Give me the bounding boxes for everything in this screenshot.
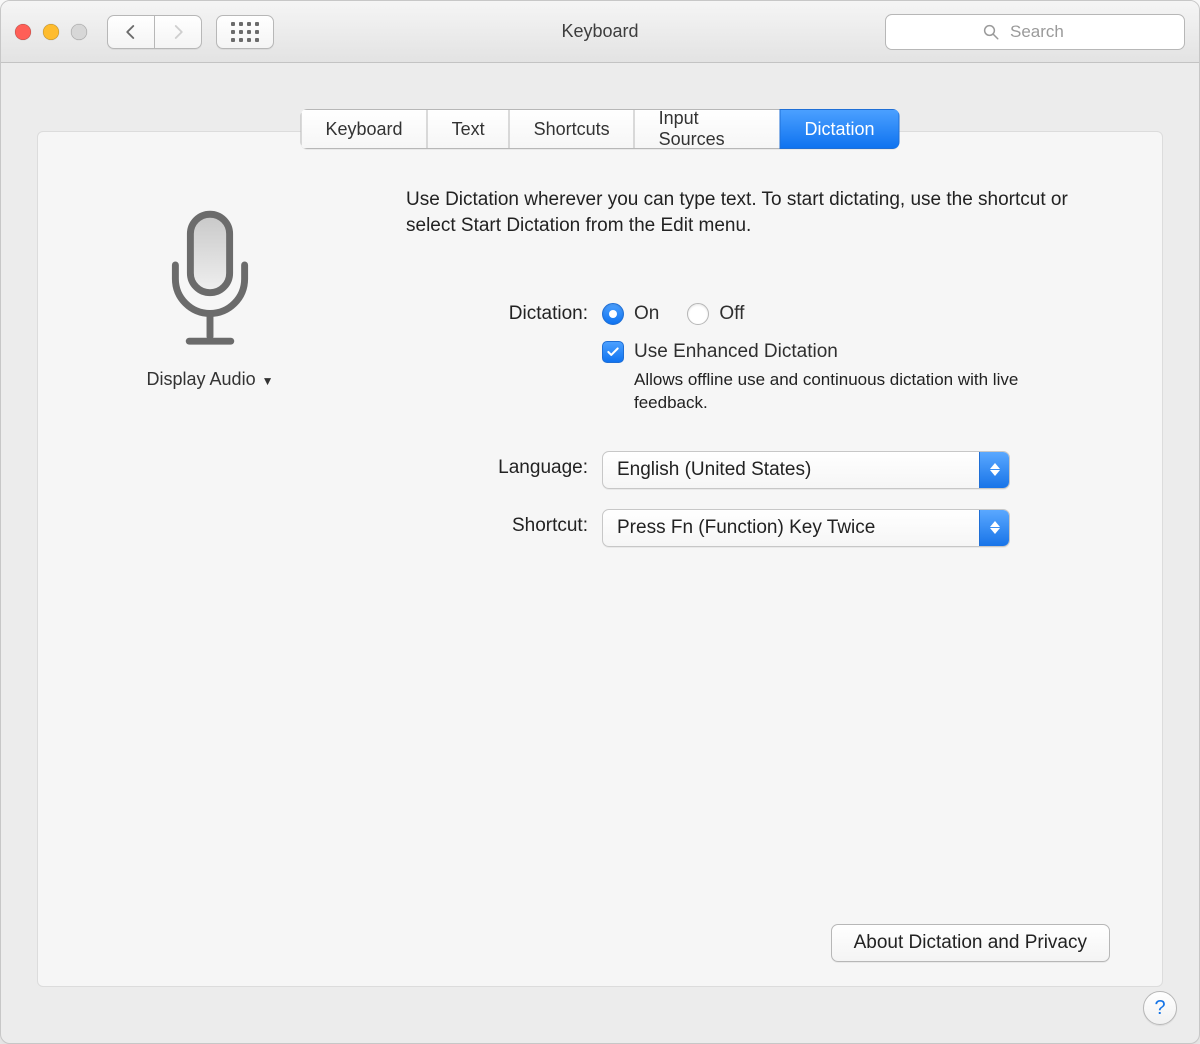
content-panel: Display Audio ▼ Use Dictation wherever y… <box>37 131 1163 987</box>
back-button[interactable] <box>107 15 155 49</box>
chevron-right-icon <box>169 23 187 41</box>
language-select[interactable]: English (United States) <box>602 451 1010 489</box>
help-button[interactable]: ? <box>1143 991 1177 1025</box>
language-value: English (United States) <box>617 459 811 481</box>
dictation-off-label: Off <box>719 303 744 325</box>
row-dictation: Dictation: On Off Use Enhanced <box>90 297 1086 415</box>
dictation-form: Dictation: On Off Use Enhanced <box>90 297 1086 551</box>
checkmark-icon <box>606 345 620 359</box>
dictation-label: Dictation: <box>90 297 602 331</box>
shortcut-select[interactable]: Press Fn (Function) Key Twice <box>602 509 1010 547</box>
tab-dictation[interactable]: Dictation <box>779 109 899 149</box>
dictation-on-label: On <box>634 303 659 325</box>
help-icon: ? <box>1154 997 1165 1020</box>
tab-input-sources[interactable]: Input Sources <box>634 109 780 149</box>
updown-stepper-icon <box>979 452 1009 488</box>
shortcut-value: Press Fn (Function) Key Twice <box>617 517 875 539</box>
show-all-button[interactable] <box>216 15 274 49</box>
titlebar: Keyboard <box>1 1 1199 63</box>
search-icon <box>982 23 1000 41</box>
enhanced-dictation-description: Allows offline use and continuous dictat… <box>634 369 1074 415</box>
tab-text[interactable]: Text <box>427 109 509 149</box>
zoom-window-button[interactable] <box>71 24 87 40</box>
row-shortcut: Shortcut: Press Fn (Function) Key Twice <box>90 509 1086 551</box>
preferences-window: Keyboard Keyboard Text Shortcuts Input S… <box>0 0 1200 1044</box>
dictation-pane: Display Audio ▼ Use Dictation wherever y… <box>90 187 1110 962</box>
about-button-label: About Dictation and Privacy <box>854 932 1087 954</box>
dictation-off-radio[interactable] <box>687 303 709 325</box>
minimize-window-button[interactable] <box>43 24 59 40</box>
language-label: Language: <box>90 451 602 485</box>
row-language: Language: English (United States) <box>90 451 1086 493</box>
updown-stepper-icon <box>979 510 1009 546</box>
tab-shortcuts[interactable]: Shortcuts <box>509 109 634 149</box>
about-dictation-privacy-button[interactable]: About Dictation and Privacy <box>831 924 1110 962</box>
grid-icon <box>231 22 259 42</box>
nav-buttons <box>107 15 202 49</box>
tab-keyboard[interactable]: Keyboard <box>301 109 427 149</box>
tab-bar: Keyboard Text Shortcuts Input Sources Di… <box>301 109 900 149</box>
dictation-on-radio[interactable] <box>602 303 624 325</box>
enhanced-dictation-label: Use Enhanced Dictation <box>634 341 838 363</box>
search-input[interactable] <box>1008 21 1088 43</box>
forward-button[interactable] <box>155 15 202 49</box>
close-window-button[interactable] <box>15 24 31 40</box>
search-field[interactable] <box>885 14 1185 50</box>
dictation-intro-text: Use Dictation wherever you can type text… <box>406 187 1110 238</box>
enhanced-dictation-checkbox[interactable] <box>602 341 624 363</box>
shortcut-label: Shortcut: <box>90 509 602 543</box>
chevron-left-icon <box>122 23 140 41</box>
window-controls <box>15 24 87 40</box>
